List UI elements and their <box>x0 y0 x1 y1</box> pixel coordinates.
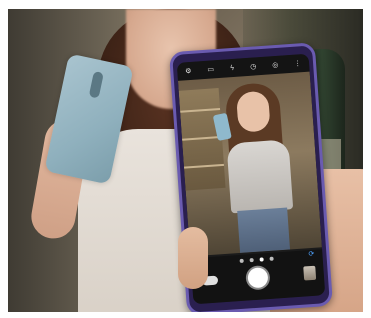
viewfinder-subject-face <box>235 90 271 133</box>
viewfinder-subject-top <box>226 139 294 214</box>
viewfinder-subject-jeans <box>237 207 291 253</box>
thumb <box>178 227 208 289</box>
gallery-thumbnail[interactable] <box>303 265 317 281</box>
photo-scene: ⚙ ▭ ϟ ◷ ◎ ⋮ ⟳ <box>8 9 363 312</box>
mode-dot[interactable] <box>239 258 244 263</box>
settings-icon[interactable]: ⋮ <box>294 59 302 67</box>
shelf-line <box>182 135 223 141</box>
camera-bottom-bar: 1x ⟳ <box>190 249 326 305</box>
shutter-button[interactable] <box>247 267 269 289</box>
mode-dot-active[interactable] <box>259 257 264 262</box>
mode-dot[interactable] <box>269 256 274 261</box>
ratio-icon[interactable]: ▭ <box>207 65 214 73</box>
shelf-line <box>180 107 221 113</box>
shelf-line <box>183 163 225 169</box>
held-phone-camera-lens <box>88 71 104 99</box>
switch-camera-icon[interactable]: ⟳ <box>308 250 314 258</box>
photo: ⚙ ▭ ϟ ◷ ◎ ⋮ ⟳ <box>0 0 371 318</box>
timer-icon[interactable]: ◷ <box>250 62 257 70</box>
gear-icon[interactable]: ⚙ <box>185 66 192 74</box>
bokeh-icon[interactable]: ◎ <box>272 60 279 68</box>
mode-dot[interactable] <box>249 258 254 263</box>
mode-selector[interactable] <box>239 256 274 263</box>
flash-icon[interactable]: ϟ <box>229 63 234 71</box>
